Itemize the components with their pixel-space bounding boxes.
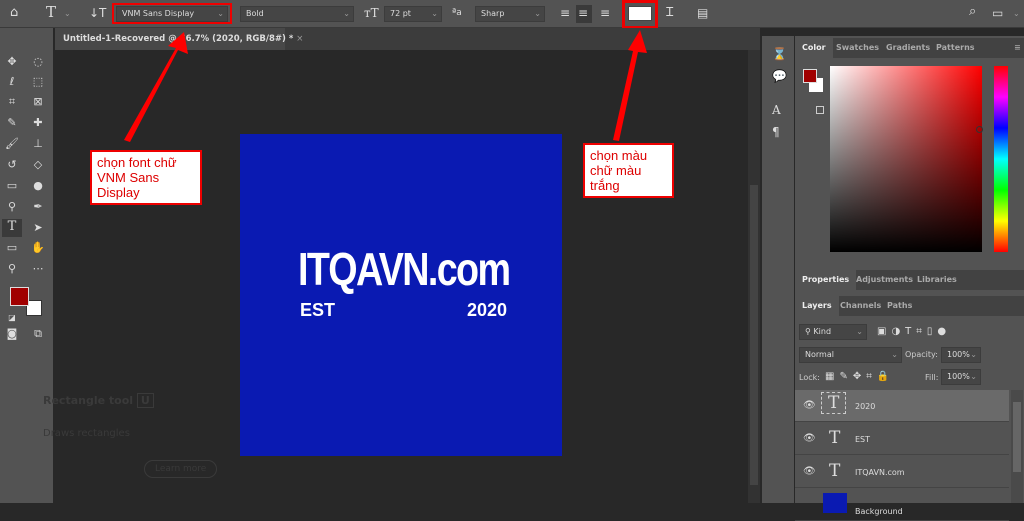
hue-slider[interactable]	[994, 66, 1008, 252]
web-safe-icon	[816, 106, 824, 114]
tab-color[interactable]: Color	[795, 38, 833, 58]
eye-icon[interactable]: 👁	[803, 400, 816, 411]
opacity-label: Opacity:	[905, 350, 938, 359]
layer-filter-select[interactable]: ⚲ Kind ⌄	[799, 324, 867, 340]
tab-paths[interactable]: Paths	[880, 296, 919, 316]
color-panel-tabs: Color Swatches Gradients Patterns ≡	[795, 38, 1024, 58]
fill-label: Fill:	[925, 373, 939, 382]
eye-icon[interactable]: 👁	[803, 466, 816, 477]
blend-mode-select[interactable]: Normal ⌄	[799, 347, 902, 363]
opacity-input[interactable]: 100% ⌄	[941, 347, 981, 363]
text-layer-icon: T	[829, 428, 841, 448]
tab-patterns[interactable]: Patterns	[929, 38, 982, 58]
layers-panel-tabs: Layers Channels Paths	[795, 296, 1024, 316]
lock-label: Lock:	[799, 373, 820, 382]
tab-libraries[interactable]: Libraries	[910, 270, 964, 290]
panel-menu-icon[interactable]: ≡	[1007, 38, 1024, 58]
eye-icon[interactable]: 👁	[803, 433, 816, 444]
color-field[interactable]	[830, 66, 983, 252]
tab-swatches[interactable]: Swatches	[829, 38, 886, 58]
comments-icon[interactable]: 💬	[772, 70, 787, 82]
layers-scrollbar[interactable]	[1011, 390, 1023, 503]
text-layer-icon: T	[821, 392, 847, 414]
color-fg-swatch[interactable]	[803, 69, 817, 83]
history-icon[interactable]: ⌛	[772, 48, 787, 60]
paragraph-icon[interactable]: ¶	[772, 126, 780, 138]
text-layer-icon: T	[829, 461, 841, 481]
collapsed-panels: ⌛ 💬 A ¶	[762, 36, 794, 503]
layer-row[interactable]: 👁 T EST	[795, 423, 1009, 455]
tab-properties[interactable]: Properties	[795, 270, 857, 290]
arrow-to-font	[124, 32, 188, 142]
right-panels: Color Swatches Gradients Patterns ≡ Prop…	[795, 36, 1024, 521]
layer-thumbnail	[823, 493, 847, 513]
filter-icons[interactable]: ▣◑T⌗▯●	[877, 326, 951, 338]
properties-panel-tabs: Properties Adjustments Libraries	[795, 270, 1024, 290]
fill-input[interactable]: 100% ⌄	[941, 369, 981, 385]
layer-row[interactable]: 👁 T ITQAVN.com	[795, 456, 1009, 488]
arrow-to-color	[613, 30, 647, 141]
layer-row[interactable]: Background	[795, 489, 1009, 521]
character-icon[interactable]: A	[772, 104, 781, 116]
layer-row[interactable]: 👁 T 2020	[795, 390, 1009, 422]
vertical-scrollbar[interactable]	[748, 50, 760, 503]
lock-icons[interactable]: ▦✎✥⌗🔒	[825, 371, 894, 383]
